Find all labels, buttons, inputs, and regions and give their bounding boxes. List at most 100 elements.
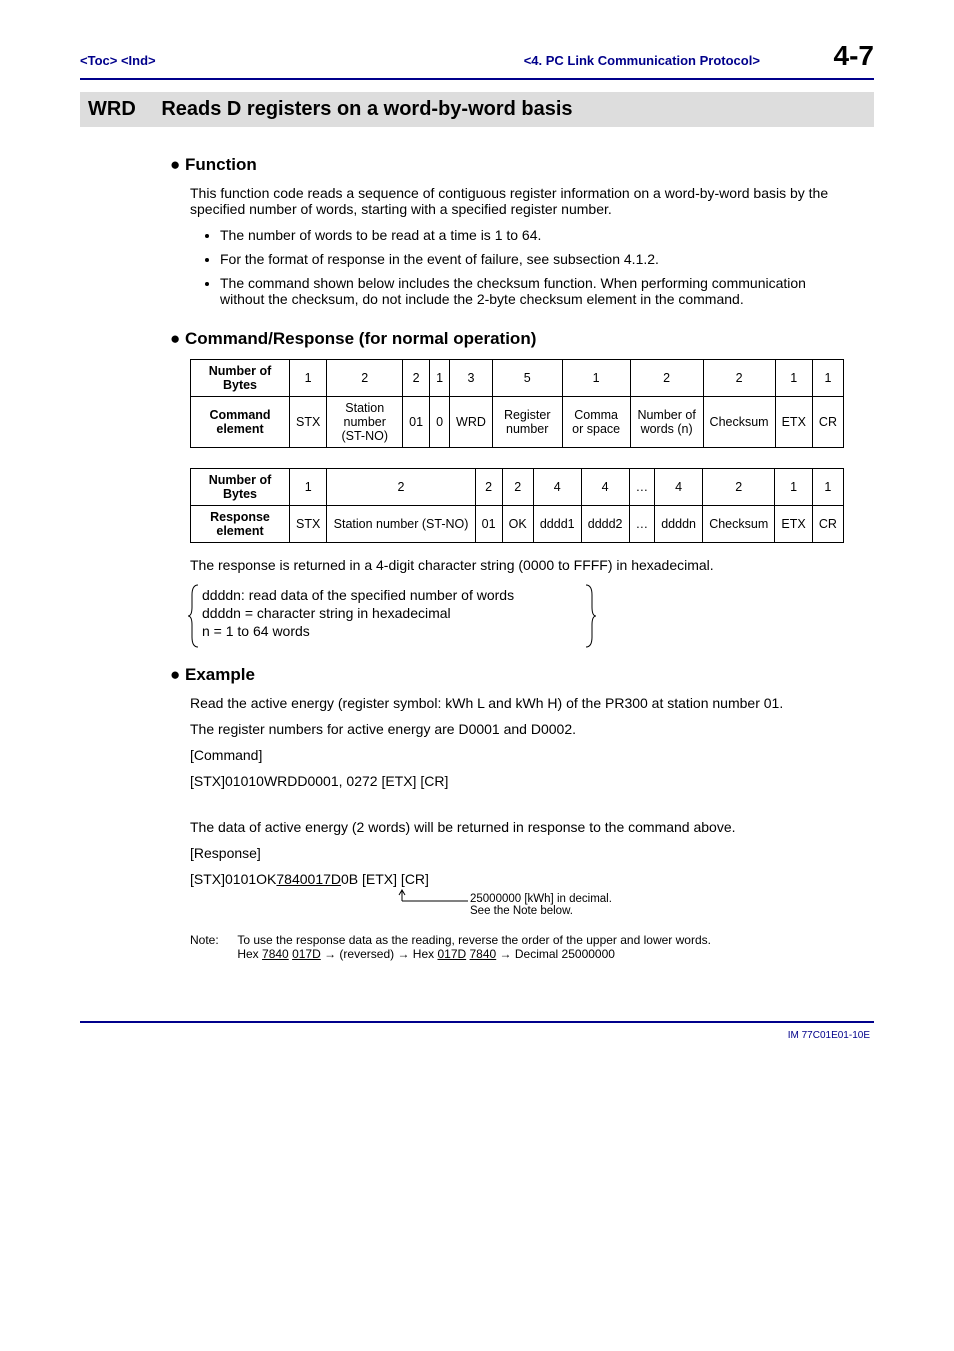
cell: 1 [290,469,327,506]
row-label-resp: Response element [191,506,290,543]
cell: 4 [533,469,581,506]
command-table: Number of Bytes 1 2 2 1 3 5 1 2 2 1 1 Co… [190,359,844,448]
cell: 2 [475,469,502,506]
resp-pre: [STX]0101OK [190,871,276,887]
cell: … [629,469,655,506]
table-row: Number of Bytes 1 2 2 2 4 4 … 4 2 1 1 [191,469,844,506]
cell: Checksum [703,506,775,543]
cell: 1 [775,360,812,397]
desc-line: n = 1 to 64 words [202,623,602,639]
cell: 1 [562,360,630,397]
cell: 4 [655,469,703,506]
cell: 1 [812,469,843,506]
heading-example: Example [170,665,844,685]
annot-line2: See the Note below. [470,905,573,917]
chapter-link[interactable]: <4. PC Link Communication Protocol> [524,53,760,68]
response-table: Number of Bytes 1 2 2 2 4 4 … 4 2 1 1 Re… [190,468,844,543]
cell: OK [502,506,533,543]
cell: Checksum [703,397,775,448]
cell: Register number [492,397,562,448]
heading-function: Function [170,155,844,175]
note-mid: → (reversed) → Hex [321,947,438,961]
cell: 2 [327,469,475,506]
right-brace-icon [584,583,596,649]
note-hex: 7840 [470,947,497,961]
cell: 01 [403,397,430,448]
page-number: 4-7 [834,40,874,71]
cell: 1 [812,360,843,397]
note-text: To use the response data as the reading,… [237,933,711,947]
header-rule [80,78,874,80]
cell: STX [290,506,327,543]
cell: … [629,506,655,543]
cell: 2 [403,360,430,397]
title-code: WRD [88,98,136,121]
header-right: <4. PC Link Communication Protocol> 4-7 [524,40,874,72]
cell: CR [812,397,843,448]
note-hex: 017D [292,947,321,961]
cell: ddddn [655,506,703,543]
example-text: Read the active energy (register symbol:… [190,695,844,711]
cell: 1 [775,469,812,506]
link-toc[interactable]: <Toc> [80,53,117,68]
example-response: [STX]0101OK7840017D0B [ETX] [CR] [190,871,844,887]
row-label-bytes: Number of Bytes [191,360,290,397]
resp-underlined: 7840017D [276,871,341,887]
example-command: [STX]01010WRDD0001, 0272 [ETX] [CR] [190,773,844,789]
cell: STX [290,397,327,448]
annot-line1: 25000000 [kWh] in decimal. [470,893,612,905]
footer-rule [80,1021,874,1023]
function-paragraph: This function code reads a sequence of c… [190,185,844,217]
note-end: → Decimal 25000000 [496,947,615,961]
cell: WRD [450,397,493,448]
header-left: <Toc> <Ind> [80,53,156,68]
example-text: The data of active energy (2 words) will… [190,819,844,835]
note-line-pre: Hex [237,947,262,961]
left-brace-icon [188,583,200,649]
annotation: 25000000 [kWh] in decimal. See the Note … [470,893,844,917]
heading-command-response: Command/Response (for normal operation) [170,329,844,349]
bullet-item: The command shown below includes the che… [220,275,844,307]
cell: 4 [581,469,629,506]
cell: Station number (ST-NO) [327,397,403,448]
arrow-up-icon [398,887,470,907]
bullet-item: The number of words to be read at a time… [220,227,844,243]
cell: 2 [630,360,703,397]
note-hex: 7840 [262,947,289,961]
cell: ETX [775,397,812,448]
cell: Station number (ST-NO) [327,506,475,543]
example-label: [Response] [190,845,844,861]
example-text: The register numbers for active energy a… [190,721,844,737]
footer-text: IM 77C01E01-10E [80,1030,874,1041]
cell: 3 [450,360,493,397]
cell: Number of words (n) [630,397,703,448]
desc-line: ddddn = character string in hexadecimal [202,605,602,621]
cell: CR [812,506,843,543]
cell: dddd2 [581,506,629,543]
desc-line: ddddn: read data of the specified number… [202,587,602,603]
link-ind[interactable]: <Ind> [121,53,156,68]
note-label: Note: [190,933,234,947]
cell: dddd1 [533,506,581,543]
title-text: Reads D registers on a word-by-word basi… [161,98,572,120]
cell: ETX [775,506,812,543]
cell: 2 [327,360,403,397]
cell: 1 [430,360,450,397]
response-note: The response is returned in a 4-digit ch… [190,557,844,573]
function-bullets: The number of words to be read at a time… [220,227,844,307]
resp-post: 0B [ETX] [CR] [341,871,429,887]
section-title: WRD Reads D registers on a word-by-word … [80,92,874,127]
row-label-cmd: Command element [191,397,290,448]
cell: Comma or space [562,397,630,448]
example-label: [Command] [190,747,844,763]
cell: 01 [475,506,502,543]
table-row: Response element STX Station number (ST-… [191,506,844,543]
desc-box: ddddn: read data of the specified number… [190,583,602,643]
cell: 2 [703,469,775,506]
note: Note: To use the response data as the re… [190,933,844,961]
cell: 2 [703,360,775,397]
table-row: Command element STX Station number (ST-N… [191,397,844,448]
cell: 0 [430,397,450,448]
cell: 5 [492,360,562,397]
row-label-bytes: Number of Bytes [191,469,290,506]
